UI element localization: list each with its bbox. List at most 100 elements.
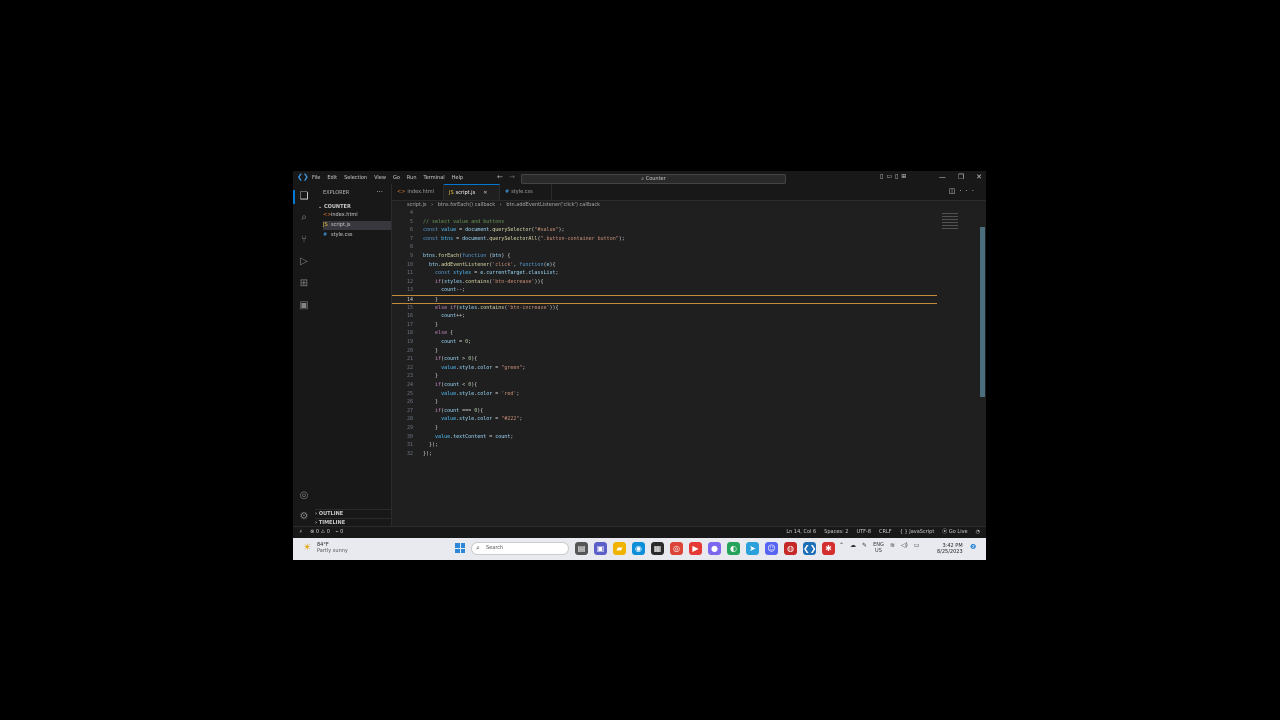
file-explorer-icon[interactable]: ▰	[613, 542, 626, 555]
code-line[interactable]: 18 else {	[392, 329, 937, 338]
chat-icon[interactable]: ▣	[594, 542, 607, 555]
chrome-icon[interactable]: ◎	[670, 542, 683, 555]
wifi-icon[interactable]: ≋	[890, 542, 895, 554]
breadcrumb-file[interactable]: script.js	[407, 202, 427, 208]
breadcrumb-symbol[interactable]: btns.forEach() callback	[438, 202, 495, 208]
file-script-js[interactable]: JS script.js	[323, 221, 391, 230]
remote-explorer-icon[interactable]: ▣	[298, 300, 310, 312]
code-line[interactable]: 10 btn.addEventListener('click', functio…	[392, 261, 937, 270]
folder-counter[interactable]: ⌄ COUNTER	[318, 204, 351, 210]
problems-count[interactable]: ⊗ 0 ⚠ 0	[310, 529, 330, 535]
recorder-icon[interactable]: ◍	[784, 542, 797, 555]
go-live-button[interactable]: ⦿ Go Live	[942, 527, 967, 538]
code-line[interactable]: 24 if(count < 0){	[392, 381, 937, 390]
forward-arrow-icon[interactable]: →	[509, 173, 515, 181]
close-tab-icon[interactable]: ✕	[483, 190, 487, 196]
accounts-icon[interactable]: ◎	[298, 490, 310, 502]
code-line[interactable]: 6 const value = document.querySelector("#…	[392, 226, 937, 235]
code-line[interactable]: 29 }	[392, 424, 937, 433]
code-line[interactable]: 19 count = 0;	[392, 338, 937, 347]
battery-icon[interactable]: ▭	[914, 542, 920, 554]
language-mode[interactable]: { } JavaScript	[900, 527, 935, 538]
code-line[interactable]: 14 }	[392, 295, 937, 304]
tab-script-js[interactable]: JS script.js ✕	[444, 184, 500, 200]
code-line[interactable]: 28 value.style.color = "#222";	[392, 415, 937, 424]
extensions-icon[interactable]: ⊞	[298, 278, 310, 290]
menu-edit[interactable]: Edit	[327, 175, 337, 181]
tab-style-css[interactable]: # style.css	[500, 184, 552, 200]
spotify-icon[interactable]: ◐	[727, 542, 740, 555]
code-line[interactable]: 21 if(count > 0){	[392, 355, 937, 364]
code-line[interactable]: 11 const styles = e.currentTarget.classL…	[392, 269, 937, 278]
run-debug-icon[interactable]: ▷	[298, 256, 310, 268]
app-icon[interactable]: ●	[708, 542, 721, 555]
explorer-icon[interactable]: ❏	[298, 191, 310, 203]
code-line[interactable]: 22 value.style.color = "green";	[392, 364, 937, 373]
search-icon[interactable]: ⌕	[298, 212, 310, 224]
back-arrow-icon[interactable]: ←	[497, 173, 503, 181]
customize-layout-icon[interactable]: ⊞	[901, 173, 909, 180]
editor-scrollbar[interactable]	[980, 227, 985, 397]
pen-icon[interactable]: ✎	[862, 542, 867, 554]
remote-icon[interactable]: ⚡	[299, 529, 303, 535]
clock[interactable]: 3:42 PM 8/25/2023	[937, 543, 963, 555]
code-line[interactable]: 31 });	[392, 441, 937, 450]
task-view-icon[interactable]: ▤	[575, 542, 588, 555]
code-line[interactable]: 30 value.textContent = count;	[392, 433, 937, 442]
encoding[interactable]: UTF-8	[856, 527, 871, 538]
menu-terminal[interactable]: Terminal	[424, 175, 445, 181]
vscode-taskbar-icon[interactable]: ❮❯	[803, 542, 816, 555]
source-control-icon[interactable]: ⑂	[298, 234, 310, 246]
command-center[interactable]: ⌕ Counter	[521, 174, 786, 184]
file-index-html[interactable]: <>index.html	[323, 211, 391, 220]
more-actions-icon[interactable]: ···	[959, 187, 978, 195]
close-icon[interactable]: ✕	[976, 173, 982, 181]
menu-selection[interactable]: Selection	[344, 175, 367, 181]
restore-icon[interactable]: ❐	[958, 173, 964, 181]
line-ending[interactable]: CRLF	[879, 527, 892, 538]
bell-icon[interactable]: ◔	[976, 527, 980, 538]
chevron-up-icon[interactable]: ⌃	[839, 542, 844, 554]
ports-count[interactable]: ⌁ 0	[336, 529, 344, 535]
menu-help[interactable]: Help	[452, 175, 463, 181]
edge-icon[interactable]: ◉	[632, 542, 645, 555]
code-editor[interactable]: 4 5 // select value and buttons 6 const valu…	[392, 209, 986, 525]
code-line[interactable]: 16 count++;	[392, 312, 937, 321]
volume-icon[interactable]: ◁)	[901, 542, 908, 554]
menu-file[interactable]: File	[312, 175, 320, 181]
code-line[interactable]: 15 else if(styles.contains('btn-increase…	[392, 304, 937, 313]
youtube-icon[interactable]: ▶	[689, 542, 702, 555]
code-line[interactable]: 32});	[392, 450, 937, 459]
store-icon[interactable]: ▦	[651, 542, 664, 555]
tab-index-html[interactable]: <> index.html	[392, 184, 444, 200]
code-line[interactable]: 5 // select value and buttons	[392, 218, 937, 227]
breadcrumb-symbol[interactable]: btn.addEventListener('click') callback	[506, 202, 600, 208]
file-style-css[interactable]: # style.css	[323, 231, 391, 240]
minimap[interactable]	[942, 213, 958, 231]
windows-start-icon[interactable]	[455, 543, 465, 553]
cloud-icon[interactable]: ☁	[850, 542, 856, 554]
menu-view[interactable]: View	[374, 175, 386, 181]
minimize-icon[interactable]: —	[939, 173, 946, 181]
code-line[interactable]: 20 }	[392, 347, 937, 356]
code-line[interactable]: 9 btns.forEach(function (btn) {	[392, 252, 937, 261]
code-line[interactable]: 7 const btns = document.querySelectorAll(…	[392, 235, 937, 244]
indentation[interactable]: Spaces: 2	[824, 527, 848, 538]
code-line[interactable]: 13 count--;	[392, 286, 937, 295]
more-actions-icon[interactable]: ···	[376, 188, 383, 196]
code-line[interactable]: 27 if(count === 0){	[392, 407, 937, 416]
cursor-position[interactable]: Ln 14, Col 6	[786, 527, 816, 538]
app-icon[interactable]: ✱	[822, 542, 835, 555]
discord-icon[interactable]: ☺	[765, 542, 778, 555]
code-line[interactable]: 25 value.style.color = 'red';	[392, 390, 937, 399]
split-editor-icon[interactable]: ◫	[949, 187, 960, 195]
toggle-panel-icon[interactable]: ▭	[886, 173, 895, 180]
code-line[interactable]: 4	[392, 209, 937, 218]
menu-run[interactable]: Run	[407, 175, 417, 181]
code-line[interactable]: 12 if(styles.contains('btn-decrease')){	[392, 278, 937, 287]
language-indicator[interactable]: ENG US	[873, 542, 884, 554]
menu-go[interactable]: Go	[393, 175, 400, 181]
code-line[interactable]: 23 }	[392, 372, 937, 381]
settings-gear-icon[interactable]: ⚙	[298, 511, 310, 523]
code-line[interactable]: 26 }	[392, 398, 937, 407]
